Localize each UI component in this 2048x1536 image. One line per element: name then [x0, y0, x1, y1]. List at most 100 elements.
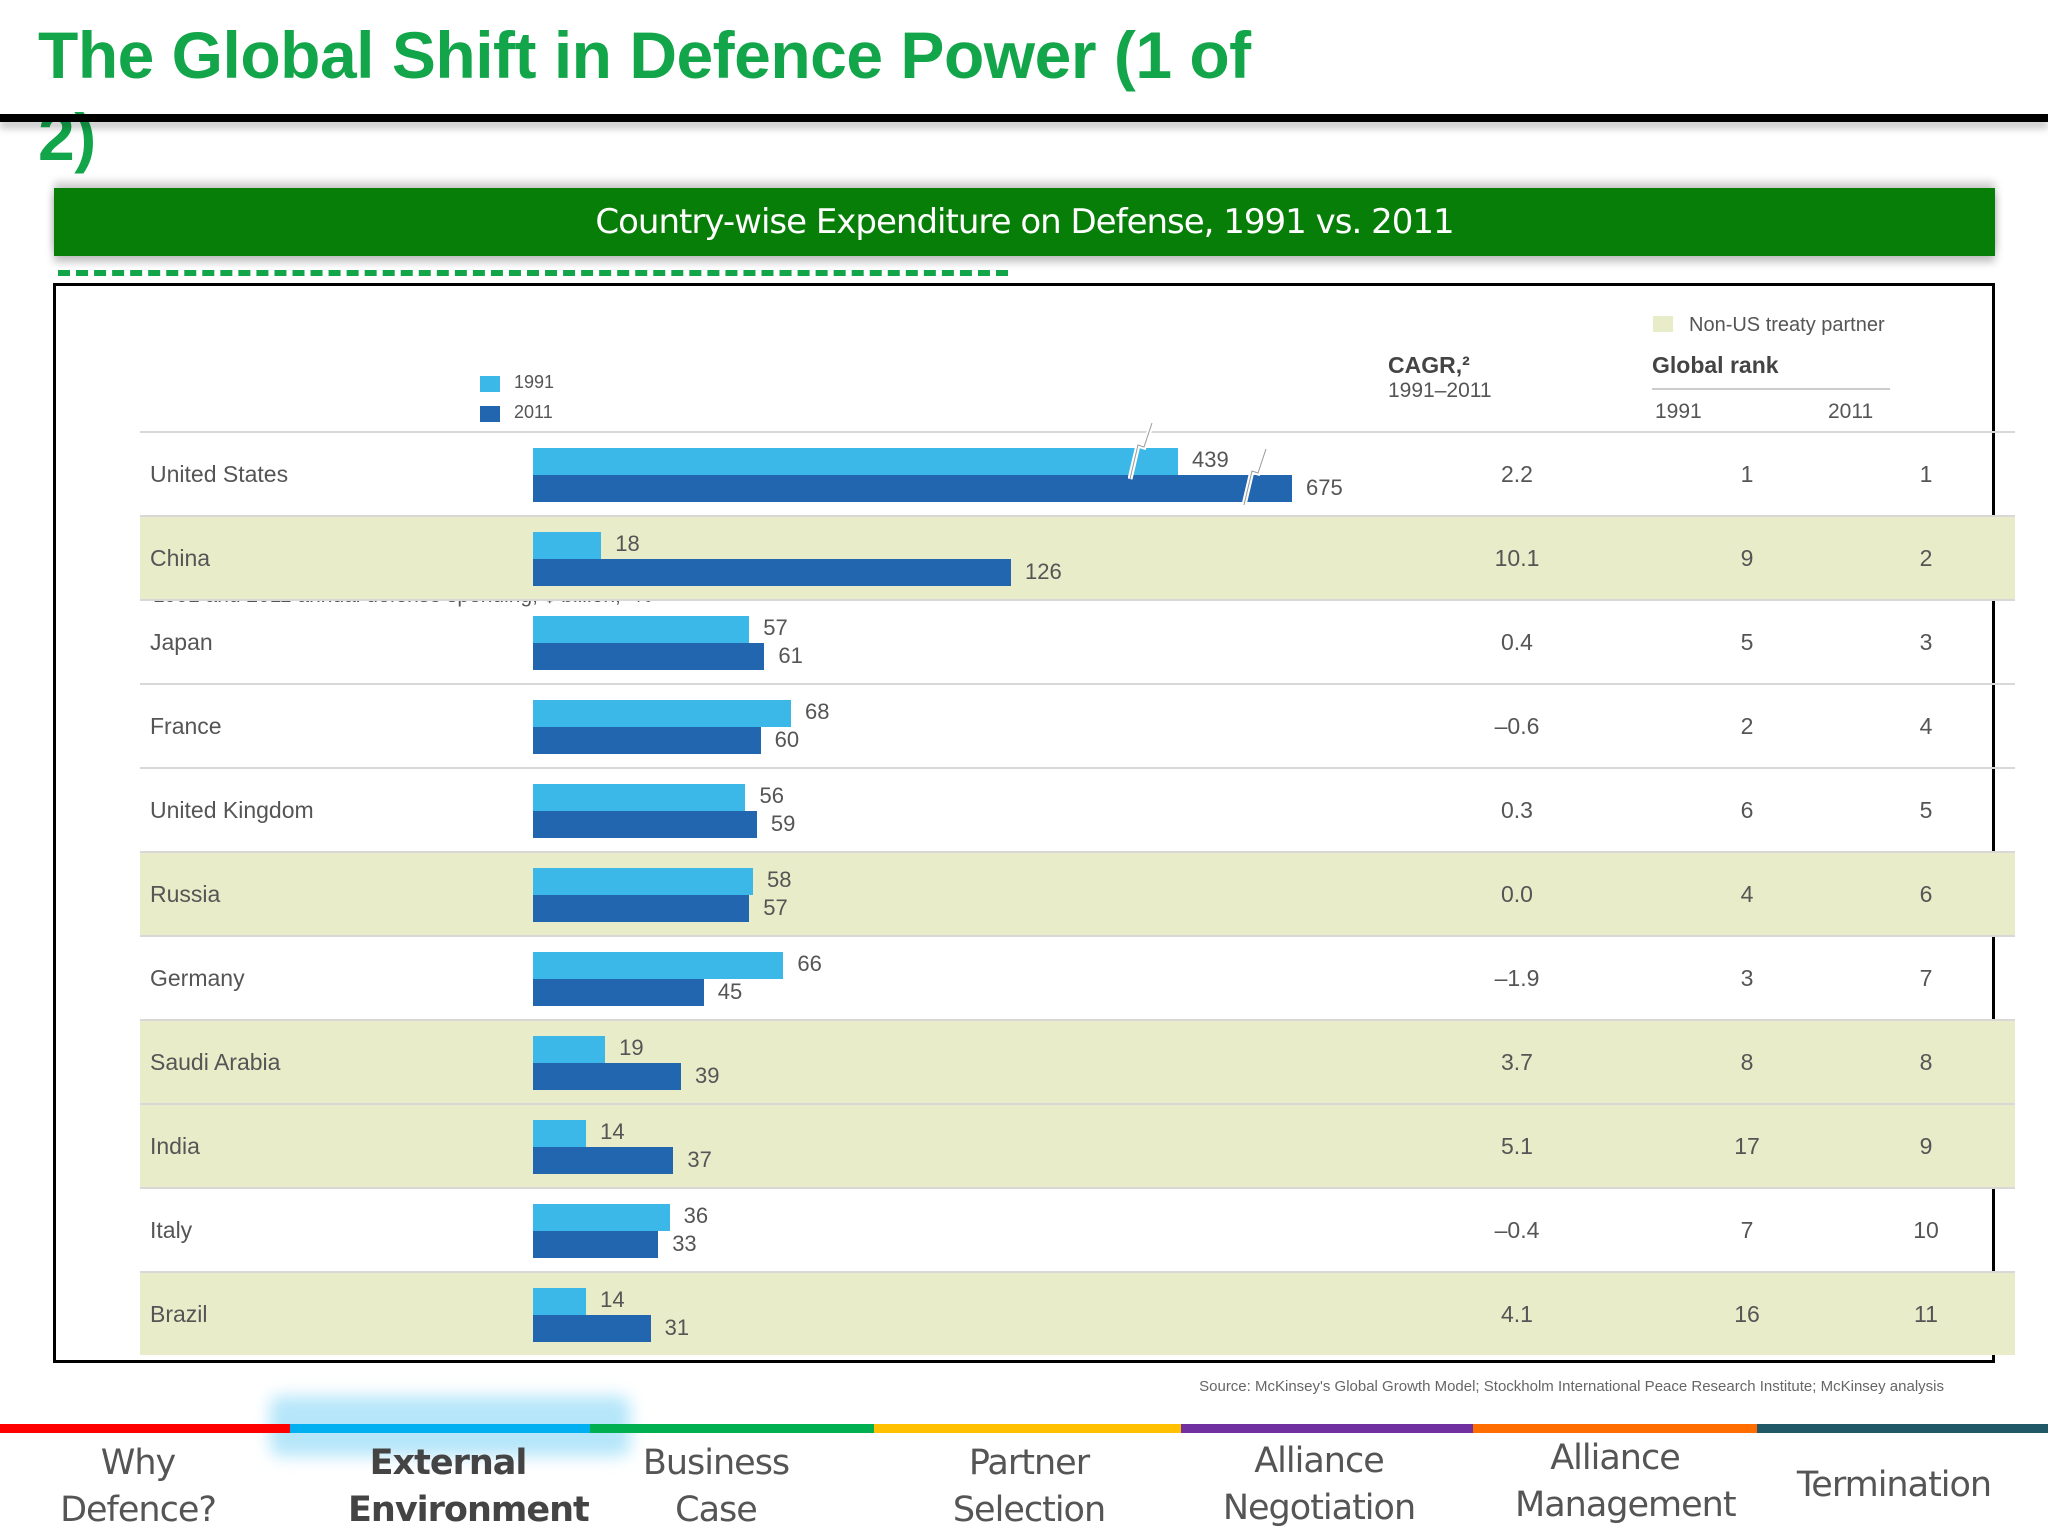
rank-1991-value: 6: [1740, 797, 1754, 823]
axis-break-icon: [1128, 422, 1155, 480]
rank-1991-value: 8: [1740, 1049, 1754, 1075]
country-label: Brazil: [150, 1301, 208, 1327]
rank-2011-value: 2: [1919, 545, 1933, 571]
nav-item[interactable]: Alliance Negotiation: [1219, 1438, 1419, 1532]
nav-stripe-6: [1757, 1424, 2048, 1433]
value-label-1991: 58: [767, 867, 792, 892]
rank-2011-value: 10: [1913, 1217, 1939, 1243]
cagr-value: 4.1: [1501, 1301, 1533, 1327]
bar-2011: [533, 643, 765, 670]
value-label-2011: 33: [672, 1231, 697, 1256]
rank-2011-value: 3: [1919, 629, 1933, 655]
bar-2011: [533, 979, 704, 1006]
cagr-value: 0.4: [1501, 629, 1533, 655]
rank-2011-value: 6: [1919, 881, 1933, 907]
table-row: Japan 57 61 0.4 5 3: [140, 599, 2015, 683]
nav-stripe-2: [590, 1424, 874, 1433]
rank-1991-value: 2: [1740, 713, 1754, 739]
bar-1991: [533, 1036, 606, 1063]
cagr-header: CAGR,²: [1388, 352, 1470, 378]
bar-1991: [533, 1204, 670, 1231]
bar-1991: [533, 784, 746, 811]
nav-stripe-4: [1181, 1424, 1473, 1433]
bar-2011: [533, 727, 761, 754]
bar-1991: [533, 868, 754, 895]
value-label-2011: 126: [1025, 559, 1062, 584]
bar-2011: [533, 475, 1293, 502]
table-row: Saudi Arabia 19 39 3.7 8 8: [140, 1019, 2015, 1103]
rank-header-rule: [1652, 388, 1890, 390]
bar-2011: [533, 1063, 681, 1090]
slide-title: The Global Shift in Defence Power (1 of …: [38, 18, 1251, 174]
country-label: United States: [150, 461, 289, 487]
cagr-value: 0.3: [1501, 797, 1533, 823]
rank-1991-value: 3: [1740, 965, 1754, 991]
country-label: Germany: [150, 965, 245, 991]
value-label-1991: 18: [615, 531, 640, 556]
country-label: Saudi Arabia: [150, 1049, 281, 1075]
cagr-value: 10.1: [1494, 545, 1540, 571]
cagr-value: 0.0: [1501, 881, 1533, 907]
bar-2011: [533, 1315, 651, 1342]
bar-2011: [533, 811, 757, 838]
table-row: Brazil 14 31 4.1 16 11: [140, 1271, 2015, 1355]
rank-2011-header: 2011: [1828, 400, 1874, 423]
bar-2011: [533, 895, 750, 922]
legend-swatch-1991: [480, 376, 500, 392]
nav-stripe-3: [874, 1424, 1181, 1433]
country-label: China: [150, 545, 211, 571]
rank-1991-value: 7: [1740, 1217, 1754, 1243]
bar-1991: [533, 700, 791, 727]
rank-1991-value: 1: [1740, 461, 1754, 487]
value-label-2011: 45: [717, 979, 743, 1004]
source-note: Source: McKinsey's Global Growth Model; …: [1199, 1378, 1944, 1395]
rank-1991-header: 1991: [1655, 400, 1702, 423]
value-label-2011: 59: [770, 811, 796, 836]
legend-label-2011: 2011: [514, 402, 553, 422]
rank-2011-value: 1: [1919, 461, 1933, 487]
table-row: India 14 37 5.1 17 9: [140, 1103, 2015, 1187]
country-label: Italy: [150, 1217, 193, 1243]
bar-1991: [533, 616, 750, 643]
nav-item[interactable]: External Environment: [348, 1440, 590, 1534]
nav-item[interactable]: Termination: [1744, 1462, 2044, 1509]
value-label-1991: 57: [763, 615, 788, 640]
country-label: Japan: [150, 629, 213, 655]
value-label-1991: 66: [797, 951, 822, 976]
value-label-2011: 39: [694, 1063, 720, 1088]
rank-1991-value: 16: [1734, 1301, 1760, 1327]
nav-stripe-5: [1473, 1424, 1757, 1433]
nav-item[interactable]: Partner Selection: [929, 1440, 1129, 1534]
bar-1991: [533, 1120, 587, 1147]
bar-1991: [533, 1288, 587, 1315]
table-row: United States 439 675 2.2 1 1: [140, 422, 2015, 515]
value-label-1991: 14: [600, 1119, 625, 1144]
bar-1991: [533, 952, 784, 979]
rank-1991-value: 9: [1740, 545, 1754, 571]
bar-2011: [533, 1147, 674, 1174]
legend-label-1991: 1991: [514, 372, 555, 392]
nav-item[interactable]: Business Case: [616, 1440, 816, 1534]
nav-stripe-0: [0, 1424, 290, 1433]
rank-2011-value: 4: [1919, 713, 1933, 739]
value-label-2011: 31: [664, 1315, 690, 1340]
rank-2011-value: 5: [1919, 797, 1933, 823]
table-row: United Kingdom 56 59 0.3 6 5: [140, 767, 2015, 851]
rank-2011-value: 11: [1914, 1301, 1938, 1327]
rank-header: Global rank: [1652, 352, 1779, 378]
nav-stripe-1: [290, 1424, 590, 1433]
nav-item[interactable]: Alliance Management: [1515, 1435, 1737, 1529]
bar-1991: [533, 532, 602, 559]
table-row: Italy 36 33 –0.4 7 10: [140, 1187, 2015, 1271]
value-label-2011: 60: [774, 727, 800, 752]
cagr-value: –0.4: [1494, 1217, 1540, 1243]
cagr-value: 3.7: [1501, 1049, 1533, 1075]
bar-2011: [533, 559, 1012, 586]
value-label-2011: 57: [763, 895, 788, 920]
nav-item[interactable]: Why Defence?: [38, 1440, 238, 1534]
cagr-period: 1991–2011: [1388, 379, 1492, 402]
cagr-value: –0.6: [1494, 713, 1540, 739]
rank-2011-value: 7: [1919, 965, 1933, 991]
value-label-1991: 439: [1192, 447, 1229, 472]
value-label-1991: 19: [619, 1035, 644, 1060]
